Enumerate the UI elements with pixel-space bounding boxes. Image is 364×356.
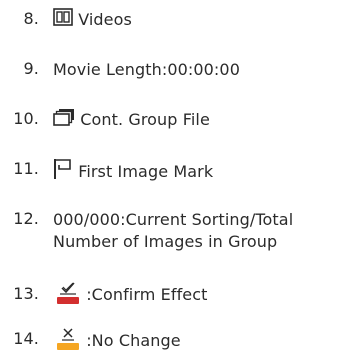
item-number: 8.	[23, 9, 39, 28]
item-label: 000/000:Current Sorting/Total	[53, 209, 294, 229]
stacked-images-icon	[53, 108, 75, 132]
item-label: :Confirm Effect	[86, 285, 208, 304]
item-number: 12.	[13, 209, 39, 228]
item-number: 9.	[23, 59, 39, 78]
item-number: 14.	[13, 329, 39, 348]
checkmark-red-bar-icon	[55, 279, 81, 311]
item-number: 10.	[13, 109, 39, 128]
item-label: :No Change	[86, 331, 181, 350]
item-label: Movie Length:00:00:00	[53, 59, 240, 79]
item-label-line2: Number of Images in Group	[53, 231, 278, 251]
item-number: 13.	[13, 284, 39, 303]
flag-icon	[53, 158, 73, 186]
item-label: Videos	[78, 10, 132, 29]
item-label: First Image Mark	[78, 162, 214, 181]
item-number: 11.	[13, 159, 39, 178]
item-label: Cont. Group File	[80, 110, 210, 129]
x-orange-bar-icon	[55, 326, 81, 356]
filmstrip-icon	[53, 8, 73, 32]
